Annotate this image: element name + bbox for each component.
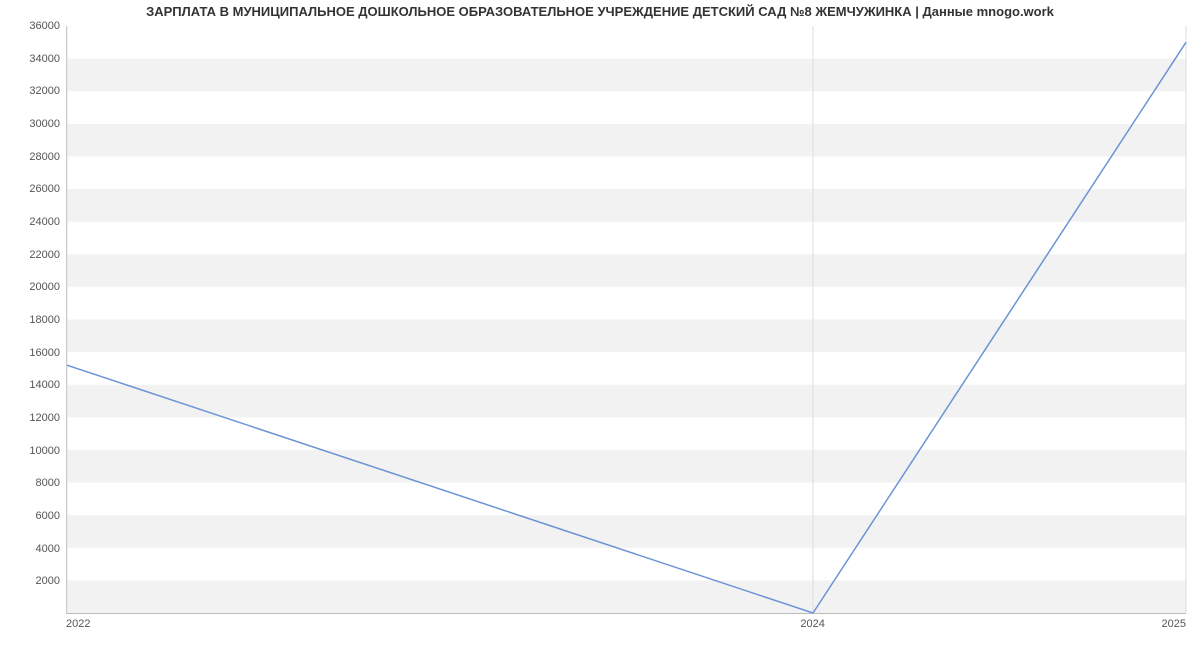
y-tick-label: 8000	[36, 477, 60, 489]
y-tick-label: 10000	[29, 445, 60, 457]
chart-title: ЗАРПЛАТА В МУНИЦИПАЛЬНОЕ ДОШКОЛЬНОЕ ОБРА…	[0, 0, 1200, 19]
y-tick-label: 36000	[29, 20, 60, 32]
y-tick-label: 32000	[29, 85, 60, 97]
y-tick-label: 12000	[29, 412, 60, 424]
plot-svg	[67, 26, 1186, 613]
y-tick-label: 22000	[29, 249, 60, 261]
y-tick-label: 4000	[36, 543, 60, 555]
y-tick-label: 34000	[29, 53, 60, 65]
y-tick-label: 14000	[29, 379, 60, 391]
y-tick-label: 30000	[29, 118, 60, 130]
y-tick-label: 18000	[29, 314, 60, 326]
x-tick-label: 2024	[800, 618, 824, 630]
x-axis-ticks: 2022 2024 2025	[66, 618, 1186, 638]
line-chart: ЗАРПЛАТА В МУНИЦИПАЛЬНОЕ ДОШКОЛЬНОЕ ОБРА…	[0, 0, 1200, 650]
x-tick-label: 2022	[66, 618, 90, 630]
plot-area	[66, 26, 1186, 614]
y-tick-label: 16000	[29, 347, 60, 359]
y-tick-label: 28000	[29, 151, 60, 163]
x-tick-label: 2025	[1162, 618, 1186, 630]
y-tick-label: 2000	[36, 575, 60, 587]
y-axis-ticks: 2000 4000 6000 8000 10000 12000 14000 16000 1800…	[0, 26, 64, 614]
y-tick-label: 20000	[29, 281, 60, 293]
y-tick-label: 6000	[36, 510, 60, 522]
y-tick-label: 26000	[29, 183, 60, 195]
y-tick-label: 24000	[29, 216, 60, 228]
